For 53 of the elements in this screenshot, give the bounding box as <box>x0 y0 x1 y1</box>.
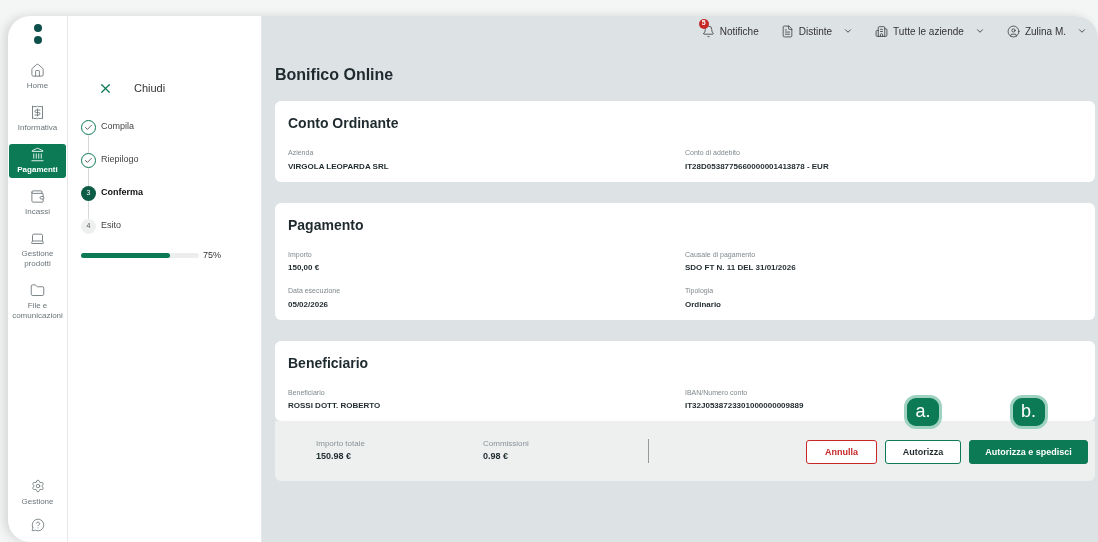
bank-icon <box>30 147 45 162</box>
wallet-icon <box>30 189 45 204</box>
total-label: Commissioni <box>483 438 530 451</box>
nav-item[interactable]: Gestione prodotti <box>9 228 66 272</box>
nav-item[interactable]: File e comunicazioni <box>9 280 66 324</box>
field-value: SDO FT N. 11 DEL 31/01/2026 <box>685 262 796 274</box>
user-icon <box>1006 24 1020 38</box>
step-label: Compila <box>101 120 134 134</box>
card-title: Beneficiario <box>288 353 370 373</box>
field-value: Ordinario <box>685 298 721 311</box>
settings-icon <box>30 479 45 493</box>
home-icon <box>30 63 45 78</box>
action-button[interactable]: Autorizza <box>885 440 961 465</box>
chevron-down-icon <box>843 26 854 36</box>
total-value: 0.98 € <box>483 450 510 464</box>
field-value: VIRGOLA LEOPARDA SRL <box>288 160 389 173</box>
card-title: Conto Ordinante <box>288 114 400 133</box>
field-value: 05/02/2026 <box>288 298 329 311</box>
field-value: IT32J0538723301000000009889 <box>685 400 804 412</box>
chevron-down-icon <box>974 26 985 36</box>
help-bubble-icon <box>30 518 45 532</box>
document-icon <box>780 24 794 38</box>
nav-item[interactable]: Home <box>9 60 66 94</box>
building-icon <box>875 24 889 38</box>
field-value: IT28D0538775660000001413878 - EUR <box>685 160 829 173</box>
document-icon <box>30 105 45 120</box>
toolbar-item[interactable]: Distinte <box>780 23 854 39</box>
card-title: Pagamento <box>288 215 365 235</box>
toolbar-item[interactable]: Zulina M. <box>1006 23 1087 39</box>
nav-item[interactable]: Gestione <box>21 479 54 508</box>
step-label: Conferma <box>101 186 143 200</box>
progress-reading: 75% <box>203 248 221 262</box>
folder-icon <box>30 283 45 298</box>
toolbar-item[interactable]: Tutte le aziende <box>875 23 985 39</box>
bell-icon <box>701 24 715 38</box>
help-button[interactable] <box>30 518 45 532</box>
field-value: ROSSI DOTT. ROBERTO <box>288 400 381 412</box>
nav-item[interactable]: Incassi <box>9 186 66 220</box>
laptop-icon <box>30 231 45 246</box>
nav-item[interactable]: Pagamenti <box>9 144 66 178</box>
total-value: 150.98 € <box>316 450 353 464</box>
step-label: Esito <box>101 219 121 233</box>
callout-badge: a. <box>904 394 942 429</box>
logo-icon <box>33 24 42 44</box>
action-button[interactable]: Autorizza e spedisci <box>969 440 1088 465</box>
step-label: Riepilogo <box>101 153 139 167</box>
nav-item[interactable]: Informativa <box>9 102 66 136</box>
field-value: 150,00 € <box>288 262 320 274</box>
page-title: Bonifico Online <box>275 65 394 85</box>
chevron-down-icon <box>1077 26 1087 36</box>
close-button[interactable]: Chiudi <box>98 80 166 97</box>
total-label: Importo totale <box>316 438 366 451</box>
action-button[interactable]: Annulla <box>806 440 877 465</box>
